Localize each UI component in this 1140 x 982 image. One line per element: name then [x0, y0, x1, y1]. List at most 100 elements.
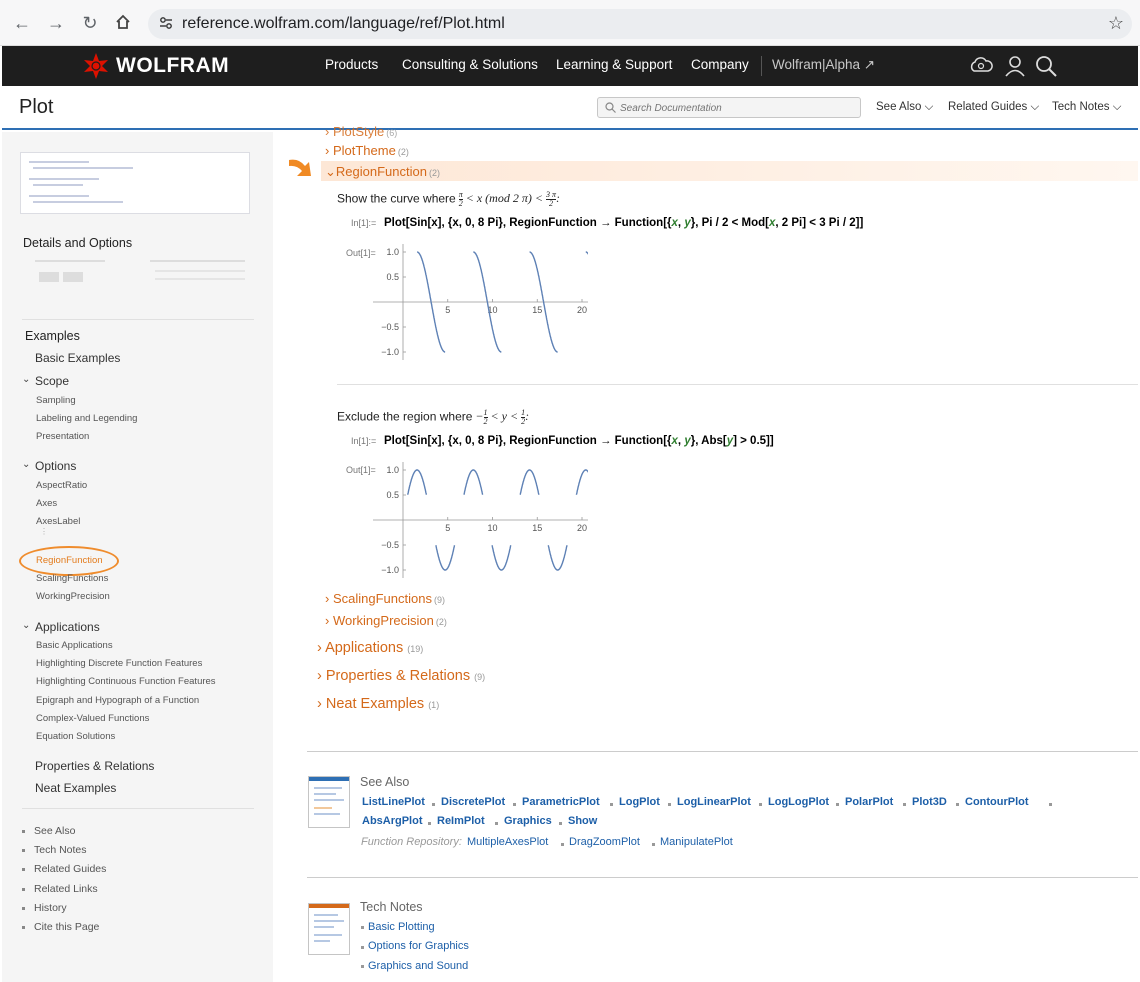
repo-link-dragzoomplot[interactable]: DragZoomPlot: [569, 836, 640, 848]
sidebar-link-see-also[interactable]: See Also: [34, 825, 75, 837]
sidebar-item-aspectratio[interactable]: AspectRatio: [36, 480, 87, 491]
repo-link-multipleaxesplot[interactable]: MultipleAxesPlot: [467, 836, 548, 848]
sidebar-item-epigraph[interactable]: Epigraph and Hypograph of a Function: [36, 695, 199, 706]
sidebar-item-workingprecision[interactable]: WorkingPrecision: [36, 591, 110, 602]
plot-output-2[interactable]: 5101520251.00.5−0.5−1.0: [373, 460, 588, 580]
example2-code[interactable]: Plot[Sin[x], {x, 0, 8 Pi}, RegionFunctio…: [384, 435, 774, 447]
usage-thumbnail[interactable]: [20, 152, 250, 214]
sidebar-properties[interactable]: Properties & Relations: [35, 759, 154, 773]
chevron-down-icon[interactable]: ⌄: [22, 374, 30, 385]
see-also-link-logplot[interactable]: LogPlot: [619, 796, 660, 808]
bullet: [22, 888, 25, 891]
section-neat-examples[interactable]: › Neat Examples (1): [317, 696, 439, 712]
home-icon[interactable]: [113, 13, 133, 33]
sidebar-link-tech-notes[interactable]: Tech Notes: [34, 844, 87, 856]
sidebar-item-presentation[interactable]: Presentation: [36, 431, 89, 442]
nav-wolfram-alpha[interactable]: Wolfram|Alpha ↗: [772, 57, 875, 73]
sidebar-item-regionfunction[interactable]: RegionFunction: [36, 555, 103, 566]
sidebar-examples[interactable]: Examples: [25, 329, 80, 343]
see-also-link-polarplot[interactable]: PolarPlot: [845, 796, 893, 808]
see-also-link-show[interactable]: Show: [568, 815, 597, 827]
search-icon[interactable]: [1033, 53, 1059, 79]
chevron-down-icon[interactable]: ⌄: [22, 620, 30, 631]
scalingfunctions-label: ScalingFunctions: [332, 591, 432, 606]
sidebar-applications[interactable]: Applications: [35, 620, 100, 634]
see-also-dropdown[interactable]: See Also ⌵: [876, 101, 933, 114]
sidebar-neat-examples[interactable]: Neat Examples: [35, 781, 116, 795]
sidebar-item-scalingfunctions[interactable]: ScalingFunctions: [36, 573, 108, 584]
sidebar-item-sampling[interactable]: Sampling: [36, 395, 76, 406]
user-icon[interactable]: [1002, 53, 1028, 79]
see-also-link-loglogplot[interactable]: LogLogPlot: [768, 796, 829, 808]
sidebar-divider: [22, 808, 254, 809]
see-also-link-contourplot[interactable]: ContourPlot: [965, 796, 1029, 808]
search-input[interactable]: [620, 99, 850, 118]
see-also-link-reimplot[interactable]: ReImPlot: [437, 815, 485, 827]
tech-note-basic-plotting[interactable]: Basic Plotting: [368, 921, 435, 933]
reload-icon[interactable]: ↻: [80, 13, 100, 33]
see-also-link-listlineplot[interactable]: ListLinePlot: [362, 796, 425, 808]
code-part: Plot[Sin[x], {x, 0, 8 Pi}, RegionFunctio…: [384, 217, 672, 229]
workingprecision-count: (2): [435, 617, 447, 627]
sidebar-item-complex-valued[interactable]: Complex-Valued Functions: [36, 713, 149, 724]
sidebar-basic-examples[interactable]: Basic Examples: [35, 351, 120, 365]
sidebar-link-related-guides[interactable]: Related Guides: [34, 863, 106, 875]
repo-link-manipulateplot[interactable]: ManipulatePlot: [660, 836, 733, 848]
address-bar[interactable]: reference.wolfram.com/language/ref/Plot.…: [148, 9, 1132, 39]
sidebar-link-related-links[interactable]: Related Links: [34, 883, 98, 895]
sidebar-item-discrete-features[interactable]: Highlighting Discrete Function Features: [36, 658, 202, 669]
forward-icon[interactable]: →: [46, 13, 66, 33]
example2-math: −1 2 < y < 12:: [475, 408, 530, 426]
tech-note-graphics-sound[interactable]: Graphics and Sound: [368, 960, 468, 972]
search-documentation[interactable]: [597, 97, 861, 118]
y-tick-label: −0.5: [381, 540, 399, 550]
x-tick-label: 5: [445, 523, 450, 533]
sidebar-link-cite[interactable]: Cite this Page: [34, 921, 99, 933]
sidebar-item-labeling[interactable]: Labeling and Legending: [36, 413, 137, 424]
section-regionfunction[interactable]: ⌄RegionFunction (2): [325, 164, 440, 180]
tech-notes-dropdown[interactable]: Tech Notes ⌵: [1052, 101, 1121, 114]
sidebar-details-options[interactable]: Details and Options: [23, 236, 132, 250]
sidebar-link-history[interactable]: History: [34, 902, 67, 914]
bookmark-star-icon[interactable]: ☆: [1108, 13, 1124, 34]
section-scalingfunctions[interactable]: › ScalingFunctions (9): [325, 591, 445, 606]
related-guides-dropdown[interactable]: Related Guides ⌵: [948, 101, 1039, 114]
chevron-down-icon[interactable]: ⌄: [22, 459, 30, 470]
sidebar-item-equation-solutions[interactable]: Equation Solutions: [36, 731, 115, 742]
curve-segment: [435, 544, 456, 571]
site-info-icon[interactable]: [158, 15, 174, 31]
section-properties[interactable]: › Properties & Relations (9): [317, 668, 485, 684]
tech-note-options-graphics[interactable]: Options for Graphics: [368, 940, 469, 952]
sidebar-item-axes[interactable]: Axes: [36, 498, 57, 509]
output-label: Out[1]=: [346, 248, 376, 258]
wolfram-logo[interactable]: WOLFRAM: [82, 52, 229, 80]
section-workingprecision[interactable]: › WorkingPrecision (2): [325, 613, 447, 628]
cloud-icon[interactable]: [968, 53, 994, 79]
nav-company[interactable]: Company: [691, 57, 749, 72]
plot-output-1[interactable]: 5101520251.00.5−0.5−1.0: [373, 242, 588, 362]
sidebar-divider: [22, 319, 254, 320]
nav-consulting[interactable]: Consulting & Solutions: [402, 57, 538, 72]
sidebar-item-continuous-features[interactable]: Highlighting Continuous Function Feature…: [36, 676, 216, 687]
details-thumbnail[interactable]: [35, 258, 250, 288]
sidebar-item-axeslabel[interactable]: AxesLabel: [36, 516, 80, 527]
section-plotstyle[interactable]: › PlotStyle (6): [325, 124, 397, 139]
see-also-link-loglinearplot[interactable]: LogLinearPlot: [677, 796, 751, 808]
see-also-link-absargplot[interactable]: AbsArgPlot: [362, 815, 423, 827]
workingprecision-label: WorkingPrecision: [332, 613, 434, 628]
sidebar-scope[interactable]: Scope: [35, 374, 69, 388]
see-also-link-parametricplot[interactable]: ParametricPlot: [522, 796, 600, 808]
see-also-link-plot3d[interactable]: Plot3D: [912, 796, 947, 808]
section-applications[interactable]: › Applications (19): [317, 640, 423, 656]
section-plottheme[interactable]: › PlotTheme (2): [325, 143, 409, 158]
sidebar-options[interactable]: Options: [35, 459, 76, 473]
site-header: WOLFRAM Products Consulting & Solutions …: [2, 46, 1138, 86]
back-icon[interactable]: ←: [12, 13, 32, 33]
sidebar-item-basic-applications[interactable]: Basic Applications: [36, 640, 113, 651]
nav-products[interactable]: Products: [325, 57, 378, 72]
see-also-link-graphics[interactable]: Graphics: [504, 815, 552, 827]
nav-learning[interactable]: Learning & Support: [556, 57, 672, 72]
see-also-link-discreteplot[interactable]: DiscretePlot: [441, 796, 505, 808]
example1-code[interactable]: Plot[Sin[x], {x, 0, 8 Pi}, RegionFunctio…: [384, 217, 863, 229]
code-part: }, Abs[: [690, 435, 727, 447]
